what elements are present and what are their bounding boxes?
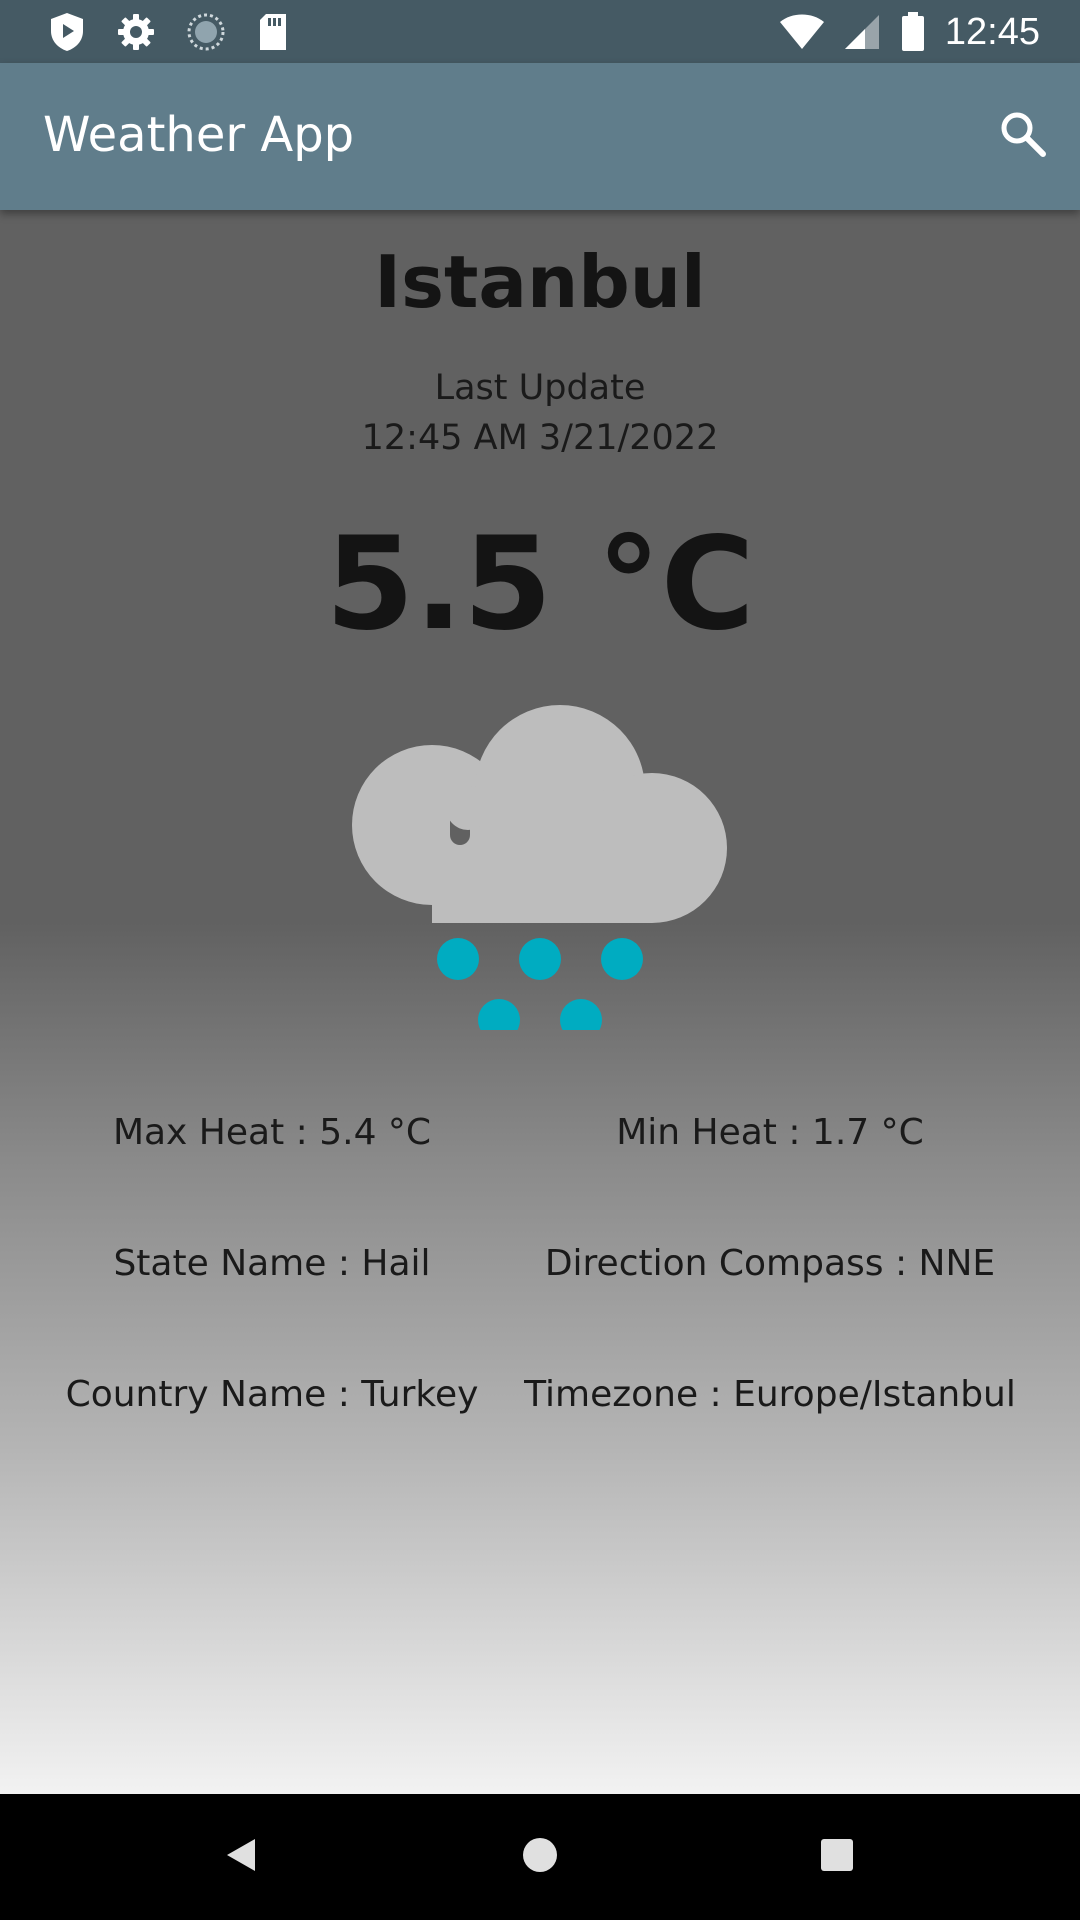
search-button[interactable]	[990, 103, 1056, 169]
shield-icon	[48, 11, 86, 53]
info-row-location: Country Name : Turkey Timezone : Europe/…	[0, 1374, 1080, 1434]
direction-compass: Direction Compass : NNE	[544, 1243, 996, 1284]
info-row-heat: Max Heat : 5.4 °C Min Heat : 1.7 °C	[0, 1112, 1080, 1172]
back-icon	[221, 1835, 261, 1880]
timezone: Timezone : Europe/Istanbul	[524, 1374, 1016, 1415]
sync-icon	[186, 12, 226, 52]
min-heat: Min Heat : 1.7 °C	[616, 1112, 924, 1153]
max-heat: Max Heat : 5.4 °C	[112, 1112, 432, 1153]
city-name: Istanbul	[374, 240, 706, 324]
navigation-bar	[0, 1794, 1080, 1920]
app-bar: Weather App	[0, 63, 1080, 210]
last-update-label: Last Update	[434, 368, 646, 408]
last-update-value: 12:45 AM 3/21/2022	[361, 418, 719, 458]
search-icon	[998, 109, 1048, 164]
back-button[interactable]	[208, 1824, 274, 1890]
status-time: 12:45	[944, 10, 1040, 53]
hail-icon	[352, 680, 732, 1041]
info-row-state: State Name : Hail Direction Compass : NN…	[0, 1243, 1080, 1303]
weather-content: Istanbul Last Update 12:45 AM 3/21/2022 …	[0, 210, 1080, 1794]
recents-icon	[817, 1835, 857, 1880]
home-icon	[520, 1835, 560, 1880]
wifi-icon	[779, 13, 825, 51]
app-title: Weather App	[43, 107, 355, 163]
status-left-icons	[48, 10, 290, 54]
sd-card-icon	[256, 12, 290, 52]
recents-button[interactable]	[804, 1824, 870, 1890]
battery-icon	[901, 12, 925, 52]
signal-icon	[844, 13, 881, 51]
country-name: Country Name : Turkey	[65, 1374, 479, 1415]
temperature: 5.5 °C	[325, 510, 755, 659]
status-right-icons: 12:45	[779, 8, 1040, 56]
home-button[interactable]	[507, 1824, 573, 1890]
state-name: State Name : Hail	[113, 1243, 431, 1284]
gear-icon	[116, 12, 156, 52]
status-bar: 12:45	[0, 0, 1080, 63]
